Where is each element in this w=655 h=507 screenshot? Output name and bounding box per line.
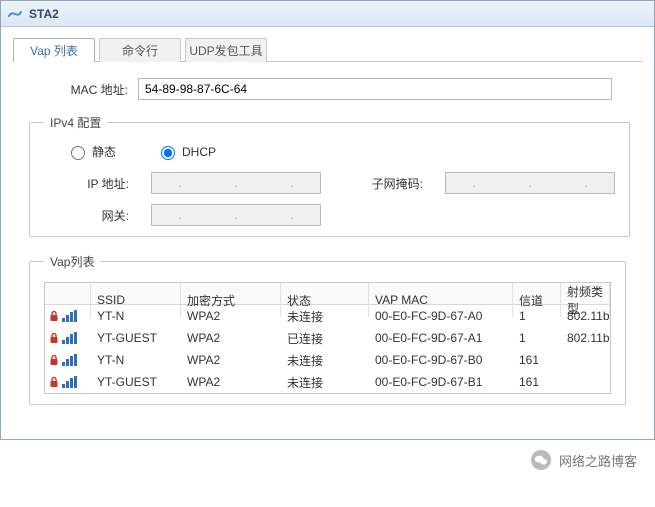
titlebar: STA2	[1, 1, 654, 27]
ipv4-fieldset: IPv4 配置 静态 DHCP IP 地址: ... 子网掩码: ... 网关:…	[29, 114, 630, 237]
vap-table: SSID 加密方式 状态 VAP MAC 信道 射频类型 YT-NWPA2未连接…	[44, 282, 611, 394]
tab-cli[interactable]: 命令行	[99, 38, 181, 62]
cell-ssid: YT-N	[91, 353, 181, 367]
gateway-label: 网关:	[54, 207, 129, 224]
table-row[interactable]: YT-NWPA2未连接00-E0-FC-9D-67-A01802.11bgn	[45, 305, 610, 327]
cell-ssid: YT-GUEST	[91, 375, 181, 389]
signal-cell	[45, 376, 91, 388]
window-title: STA2	[29, 7, 59, 21]
signal-bars-icon	[62, 310, 77, 322]
mac-row: MAC 地址:	[43, 78, 612, 100]
signal-cell	[45, 354, 91, 366]
vap-list-legend: Vap列表	[44, 253, 100, 270]
footer: 网络之路博客	[0, 440, 655, 480]
radio-dhcp[interactable]: DHCP	[156, 143, 216, 160]
app-window: STA2 Vap 列表 命令行 UDP发包工具 MAC 地址: IPv4 配置 …	[0, 0, 655, 440]
table-row[interactable]: YT-GUESTWPA2已连接00-E0-FC-9D-67-A11802.11b…	[45, 327, 610, 349]
ipv4-legend: IPv4 配置	[44, 114, 107, 131]
app-icon	[7, 6, 23, 22]
cell-chan: 1	[513, 331, 561, 345]
cell-state: 未连接	[281, 374, 369, 391]
cell-state: 已连接	[281, 330, 369, 347]
cell-state: 未连接	[281, 308, 369, 325]
radio-static-input[interactable]	[71, 146, 85, 160]
signal-cell	[45, 332, 91, 344]
cell-mac: 00-E0-FC-9D-67-B1	[369, 375, 513, 389]
radio-static[interactable]: 静态	[66, 143, 116, 160]
tab-bar: Vap 列表 命令行 UDP发包工具	[13, 37, 642, 62]
table-row[interactable]: YT-NWPA2未连接00-E0-FC-9D-67-B0161	[45, 349, 610, 371]
cell-state: 未连接	[281, 352, 369, 369]
vap-table-body: YT-NWPA2未连接00-E0-FC-9D-67-A01802.11bgnYT…	[45, 305, 610, 393]
ipv4-mode-group: 静态 DHCP	[66, 143, 615, 160]
lock-icon	[49, 376, 59, 388]
mac-input[interactable]	[138, 78, 612, 100]
cell-radio: 802.11bgn	[561, 309, 610, 323]
ip-address-label: IP 地址:	[54, 175, 129, 192]
tab-udp-tool[interactable]: UDP发包工具	[185, 38, 267, 62]
lock-icon	[49, 332, 59, 344]
ip-address-input[interactable]: ...	[151, 172, 321, 194]
radio-dhcp-label: DHCP	[182, 145, 216, 159]
signal-cell	[45, 310, 91, 322]
subnet-mask-label: 子网掩码:	[343, 175, 423, 192]
signal-bars-icon	[62, 376, 77, 388]
lock-icon	[49, 310, 59, 322]
mac-label: MAC 地址:	[43, 81, 128, 98]
cell-chan: 1	[513, 309, 561, 323]
signal-bars-icon	[62, 332, 77, 344]
client-area: Vap 列表 命令行 UDP发包工具 MAC 地址: IPv4 配置 静态 DH…	[1, 27, 654, 439]
wechat-icon	[531, 450, 551, 470]
radio-static-label: 静态	[92, 143, 116, 160]
table-row[interactable]: YT-GUESTWPA2未连接00-E0-FC-9D-67-B1161	[45, 371, 610, 393]
cell-enc: WPA2	[181, 309, 281, 323]
cell-enc: WPA2	[181, 331, 281, 345]
cell-chan: 161	[513, 375, 561, 389]
cell-enc: WPA2	[181, 375, 281, 389]
gateway-input[interactable]: ...	[151, 204, 321, 226]
cell-mac: 00-E0-FC-9D-67-A1	[369, 331, 513, 345]
cell-ssid: YT-N	[91, 309, 181, 323]
ip-grid: IP 地址: ... 子网掩码: ... 网关: ...	[54, 172, 615, 226]
vap-table-header: SSID 加密方式 状态 VAP MAC 信道 射频类型	[45, 283, 610, 305]
radio-dhcp-input[interactable]	[161, 146, 175, 160]
tab-vap-list[interactable]: Vap 列表	[13, 38, 95, 62]
cell-mac: 00-E0-FC-9D-67-B0	[369, 353, 513, 367]
cell-chan: 161	[513, 353, 561, 367]
signal-bars-icon	[62, 354, 77, 366]
cell-radio: 802.11bgn	[561, 331, 610, 345]
cell-ssid: YT-GUEST	[91, 331, 181, 345]
subnet-mask-input[interactable]: ...	[445, 172, 615, 194]
cell-mac: 00-E0-FC-9D-67-A0	[369, 309, 513, 323]
lock-icon	[49, 354, 59, 366]
footer-text: 网络之路博客	[559, 451, 637, 470]
cell-enc: WPA2	[181, 353, 281, 367]
vap-list-fieldset: Vap列表 SSID 加密方式 状态 VAP MAC 信道 射频类型 YT-NW…	[29, 253, 626, 405]
